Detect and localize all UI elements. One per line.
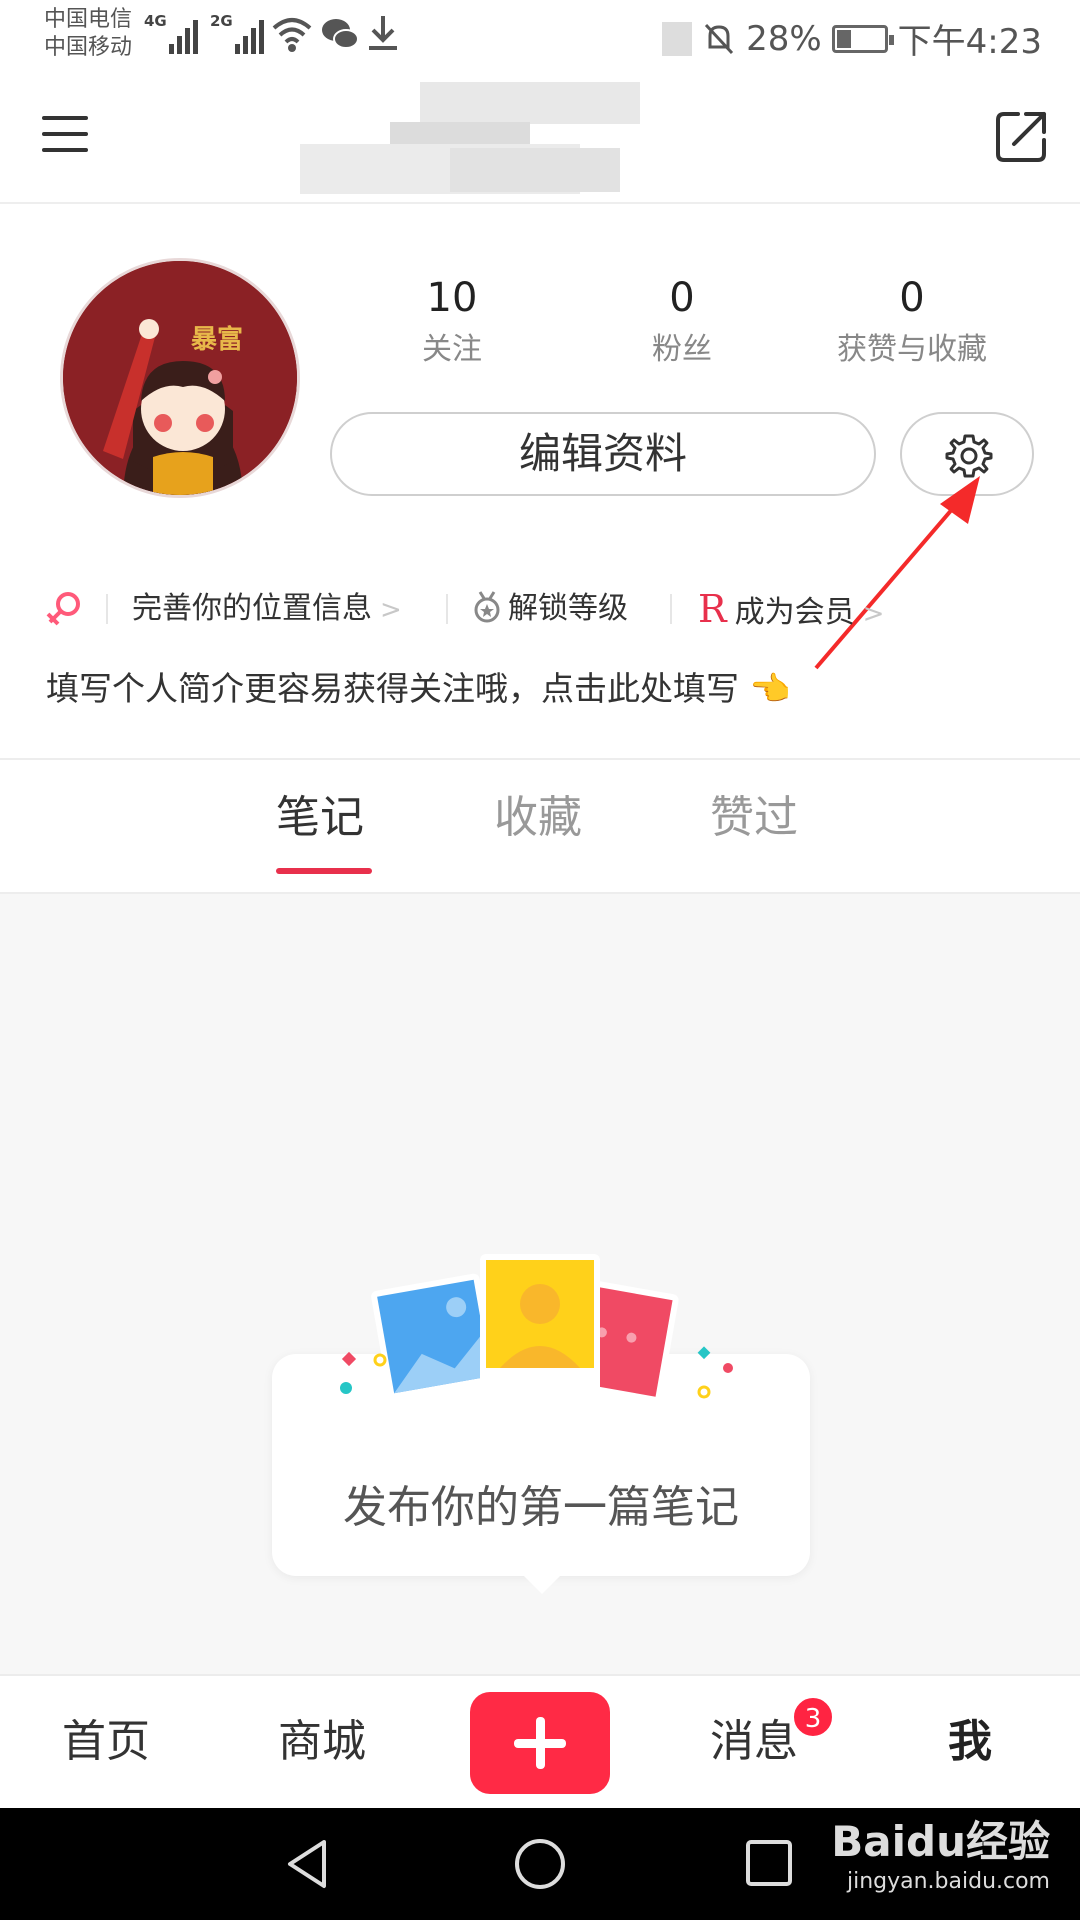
nav-home[interactable]: 首页 (62, 1712, 150, 1772)
bio-prompt-text: 填写个人简介更容易获得关注哦，点击此处填写 (46, 669, 739, 708)
signal-bars-1-icon (168, 18, 198, 54)
meta-divider (106, 594, 108, 624)
unlock-level[interactable]: 解锁等级 (472, 586, 628, 632)
bottom-nav: 首页 商城 消息 3 我 (0, 1674, 1080, 1808)
watermark: Baidu经验 jingyan.baidu.com (831, 1816, 1050, 1896)
home-circle-icon[interactable] (512, 1836, 568, 1892)
empty-state-text: 发布你的第一篇笔记 (343, 1482, 739, 1533)
carrier-2: 中国移动 (44, 35, 133, 60)
followers-label: 粉丝 (652, 332, 712, 367)
download-icon (369, 16, 397, 50)
clock: 下午4:23 (897, 22, 1042, 62)
signal-1: 4G (144, 12, 198, 54)
nav-mall[interactable]: 商城 (278, 1712, 366, 1772)
blurred-username (300, 82, 740, 222)
annotation-arrow-icon (814, 476, 980, 670)
profile-stats: 10 关注 0 粉丝 0 获赞与收藏 (360, 270, 1000, 390)
wifi-icon (272, 18, 312, 52)
signal-bars-2-icon (234, 18, 264, 54)
tab-collections[interactable]: 收藏 (494, 788, 582, 848)
carrier-1: 中国电信 (44, 7, 133, 32)
stat-following[interactable]: 10 关注 (342, 270, 562, 374)
avatar-illustration (63, 261, 297, 495)
avatar[interactable]: 暴富 (60, 258, 300, 498)
notes-content: 发布你的第一篇笔记 (0, 894, 1080, 1674)
messages-badge: 3 (792, 1696, 834, 1738)
network-type-1: 4G (144, 12, 167, 30)
stat-followers[interactable]: 0 粉丝 (572, 270, 792, 374)
tab-notes[interactable]: 笔记 (276, 788, 364, 848)
vip-label: 成为会员 (734, 595, 855, 630)
location-prompt[interactable]: 完善你的位置信息 > (132, 586, 402, 633)
status-bar: 中国电信 中国移动 4G 2G 28% 下午4:23 (0, 0, 1080, 72)
publish-button[interactable] (470, 1692, 610, 1794)
status-right: 28% 下午4:23 (662, 14, 1042, 63)
profile-page: 中国电信 中国移动 4G 2G 28% 下午4:23 暴富 10 关注 0 粉丝… (0, 0, 1080, 1920)
edit-profile-button[interactable]: 编辑资料 (330, 412, 876, 496)
female-gender-icon (46, 592, 80, 626)
bio-prompt[interactable]: 填写个人简介更容易获得关注哦，点击此处填写 👈 (46, 664, 791, 714)
meta-divider (670, 594, 672, 624)
back-icon[interactable] (284, 1836, 332, 1892)
chevron-right-icon: > (380, 595, 402, 625)
following-count: 10 (426, 275, 478, 321)
nav-me[interactable]: 我 (948, 1712, 992, 1772)
chevron-right-icon: > (862, 599, 885, 629)
profile-tabs: 笔记 收藏 赞过 (0, 760, 1080, 892)
top-bar (0, 72, 1080, 204)
carrier-stack: 中国电信 中国移动 (44, 6, 132, 62)
battery-icon (831, 24, 894, 53)
wechat-icon (322, 19, 359, 49)
level-label: 解锁等级 (508, 591, 628, 626)
recents-square-icon[interactable] (744, 1838, 794, 1888)
become-member[interactable]: R 成为会员 > (698, 586, 884, 637)
pointing-hand-icon: 👈 (749, 669, 791, 708)
vibrate-off-icon (662, 21, 693, 56)
battery-percent: 28% (746, 18, 822, 59)
likes-label: 获赞与收藏 (837, 332, 987, 367)
meta-divider (446, 594, 448, 624)
system-nav-bar: Baidu经验 jingyan.baidu.com (0, 1808, 1080, 1920)
stat-likes-collections[interactable]: 0 获赞与收藏 (802, 270, 1022, 374)
following-label: 关注 (422, 332, 482, 367)
profile-meta-row: 完善你的位置信息 > 解锁等级 R 成为会员 > (0, 580, 1080, 640)
tab-liked[interactable]: 赞过 (710, 788, 798, 848)
likes-count: 0 (899, 275, 925, 321)
hamburger-menu-icon[interactable] (42, 116, 88, 156)
tab-active-indicator (276, 868, 372, 874)
share-icon[interactable] (992, 106, 1052, 166)
signal-2: 2G (210, 12, 264, 54)
watermark-brand: Baidu经验 (831, 1817, 1050, 1866)
mute-bell-icon (704, 23, 734, 54)
avatar-text: 暴富 (191, 325, 244, 355)
followers-count: 0 (669, 275, 695, 321)
photos-illustration-icon (340, 1254, 733, 1413)
watermark-url: jingyan.baidu.com (846, 1869, 1050, 1894)
location-label: 完善你的位置信息 (132, 591, 372, 626)
vip-r-icon: R (698, 587, 727, 631)
network-type-2: 2G (210, 12, 233, 30)
nav-messages[interactable]: 消息 (710, 1712, 798, 1772)
medal-icon (474, 591, 500, 623)
